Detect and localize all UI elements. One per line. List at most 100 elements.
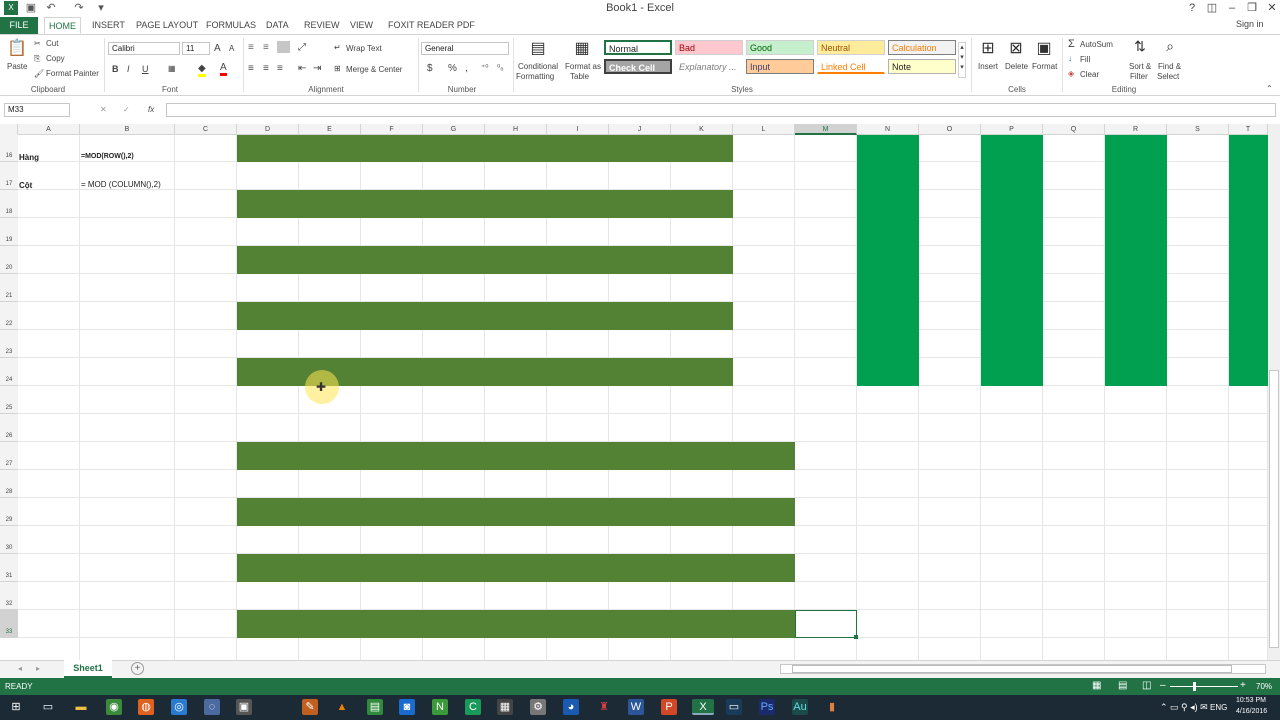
app-green-icon[interactable]: ◉	[106, 699, 122, 715]
tab-formulas[interactable]: FORMULAS	[202, 17, 260, 34]
paste-button[interactable]: Paste	[7, 62, 27, 71]
formula-input[interactable]	[166, 103, 1276, 117]
fill-button[interactable]: Fill	[1080, 55, 1090, 64]
copy-icon[interactable]: ⎘	[34, 54, 40, 64]
column-header-h[interactable]: H	[485, 124, 547, 135]
name-box[interactable]: M33	[4, 103, 70, 117]
font-size-select[interactable]: 11	[182, 42, 210, 55]
increase-indent-icon[interactable]: ⇥	[313, 63, 321, 74]
app-sphere-icon[interactable]: ◕	[563, 699, 579, 715]
column-header-s[interactable]: S	[1167, 124, 1229, 135]
format-cells-icon[interactable]: ▣	[1034, 38, 1054, 58]
align-left-icon[interactable]: ≡	[248, 63, 254, 74]
style-linked-cell[interactable]: Linked Cell	[817, 59, 885, 74]
row-header-18[interactable]: 18	[0, 190, 18, 218]
row-header-30[interactable]: 30	[0, 526, 18, 554]
ribbon-display-icon[interactable]: ◫	[1202, 0, 1222, 16]
zoom-in-button[interactable]: +	[1240, 680, 1246, 691]
find-select-button[interactable]: Find &	[1158, 62, 1181, 71]
column-header-e[interactable]: E	[299, 124, 361, 135]
powerpoint-icon[interactable]: P	[661, 699, 677, 715]
tab-review[interactable]: REVIEW	[300, 17, 344, 34]
zoom-slider[interactable]	[1170, 686, 1238, 687]
save-icon[interactable]: ▣	[24, 1, 38, 15]
app-n-icon[interactable]: N	[432, 699, 448, 715]
app-blue-icon[interactable]: ◙	[399, 699, 415, 715]
comma-button[interactable]: ,	[465, 63, 468, 74]
align-middle-icon[interactable]: ≡	[263, 42, 269, 53]
conditional-formatting-icon[interactable]: ▤	[528, 38, 548, 58]
currency-button[interactable]: $	[427, 63, 433, 74]
app-gear-icon[interactable]: ⚙	[530, 699, 546, 715]
tab-insert[interactable]: INSERT	[88, 17, 129, 34]
tab-page-layout[interactable]: PAGE LAYOUT	[132, 17, 202, 34]
row-header-20[interactable]: 20	[0, 246, 18, 274]
app-globe-icon[interactable]: ◌	[204, 699, 220, 715]
column-header-i[interactable]: I	[547, 124, 609, 135]
merge-icon[interactable]: ⊞	[334, 64, 341, 73]
insert-cells-icon[interactable]: ⊞	[978, 38, 998, 58]
app-tool-icon[interactable]: ▣	[236, 699, 252, 715]
normal-view-icon[interactable]: ▦	[1092, 680, 1101, 691]
row-header-17[interactable]: 17	[0, 162, 18, 190]
align-right-icon[interactable]: ≡	[277, 63, 283, 74]
insert-button[interactable]: Insert	[978, 62, 998, 71]
tab-home[interactable]: HOME	[44, 17, 81, 34]
number-format-select[interactable]: General	[421, 42, 509, 55]
zoom-level[interactable]: 70%	[1256, 682, 1272, 691]
column-header-q[interactable]: Q	[1043, 124, 1105, 135]
prev-sheet-icon[interactable]: ◂	[18, 664, 22, 673]
fill-color-icon[interactable]: ◆	[198, 63, 206, 77]
calculator-icon[interactable]: ▦	[497, 699, 513, 715]
app-orange-icon[interactable]: ▮	[824, 699, 840, 715]
font-color-icon[interactable]: A	[220, 62, 227, 76]
sort-filter-button[interactable]: Sort &	[1129, 62, 1151, 71]
column-header-m[interactable]: M	[795, 124, 857, 135]
row-header-25[interactable]: 25	[0, 386, 18, 414]
column-header-k[interactable]: K	[671, 124, 733, 135]
column-header-a[interactable]: A	[18, 124, 80, 135]
column-header-g[interactable]: G	[423, 124, 485, 135]
tray-icons[interactable]: ⌃ ▭ ⚲ ◂) ✉	[1160, 702, 1208, 713]
word-icon[interactable]: W	[628, 699, 644, 715]
firefox-icon[interactable]: ◍	[138, 699, 154, 715]
sigma-icon[interactable]: Σ	[1068, 38, 1075, 50]
conditional-formatting-button[interactable]: Conditional	[518, 62, 558, 71]
row-header-19[interactable]: 19	[0, 218, 18, 246]
app-document-icon[interactable]: ▤	[367, 699, 383, 715]
wrap-text-icon[interactable]: ↵	[334, 43, 341, 52]
undo-icon[interactable]: ↶	[44, 1, 58, 15]
font-name-select[interactable]: Calibri	[108, 42, 180, 55]
delete-button[interactable]: Delete	[1005, 62, 1028, 71]
row-header-21[interactable]: 21	[0, 274, 18, 302]
insert-function-icon[interactable]: fx	[148, 105, 154, 114]
enter-icon[interactable]: ✓	[123, 105, 130, 114]
binoculars-icon[interactable]: ⌕	[1160, 38, 1180, 55]
style-neutral[interactable]: Neutral	[817, 40, 885, 55]
language-indicator[interactable]: ENG	[1210, 703, 1227, 712]
zoom-out-button[interactable]: –	[1160, 680, 1166, 691]
column-header-b[interactable]: B	[80, 124, 175, 135]
cancel-icon[interactable]: ✕	[100, 105, 107, 114]
brush-icon[interactable]: 🖌	[34, 69, 44, 78]
clock-time[interactable]: 10:53 PM	[1236, 697, 1266, 704]
row-header-31[interactable]: 31	[0, 554, 18, 582]
start-icon[interactable]: ⊞	[8, 699, 24, 715]
column-header-r[interactable]: R	[1105, 124, 1167, 135]
zoom-slider-thumb[interactable]	[1193, 682, 1196, 691]
vlc-icon[interactable]: ▲	[334, 699, 350, 715]
style-check-cell[interactable]: Check Cell	[604, 59, 672, 74]
restore-button[interactable]: ❐	[1242, 0, 1262, 16]
wrap-text-button[interactable]: Wrap Text	[346, 44, 382, 53]
row-header-27[interactable]: 27	[0, 442, 18, 470]
italic-button[interactable]: I	[127, 64, 130, 74]
tab-file[interactable]: FILE	[0, 17, 38, 34]
tab-foxit-reader-pdf[interactable]: FOXIT READER PDF	[384, 17, 479, 34]
redo-icon[interactable]: ↷	[72, 1, 86, 15]
fill-icon[interactable]: ↓	[1068, 54, 1072, 63]
column-header-j[interactable]: J	[609, 124, 671, 135]
paste-icon[interactable]: 📋	[6, 38, 28, 62]
format-as-table-button[interactable]: Format as	[565, 62, 601, 71]
format-button[interactable]: Format	[1032, 62, 1057, 71]
column-header-t[interactable]: T	[1229, 124, 1268, 135]
